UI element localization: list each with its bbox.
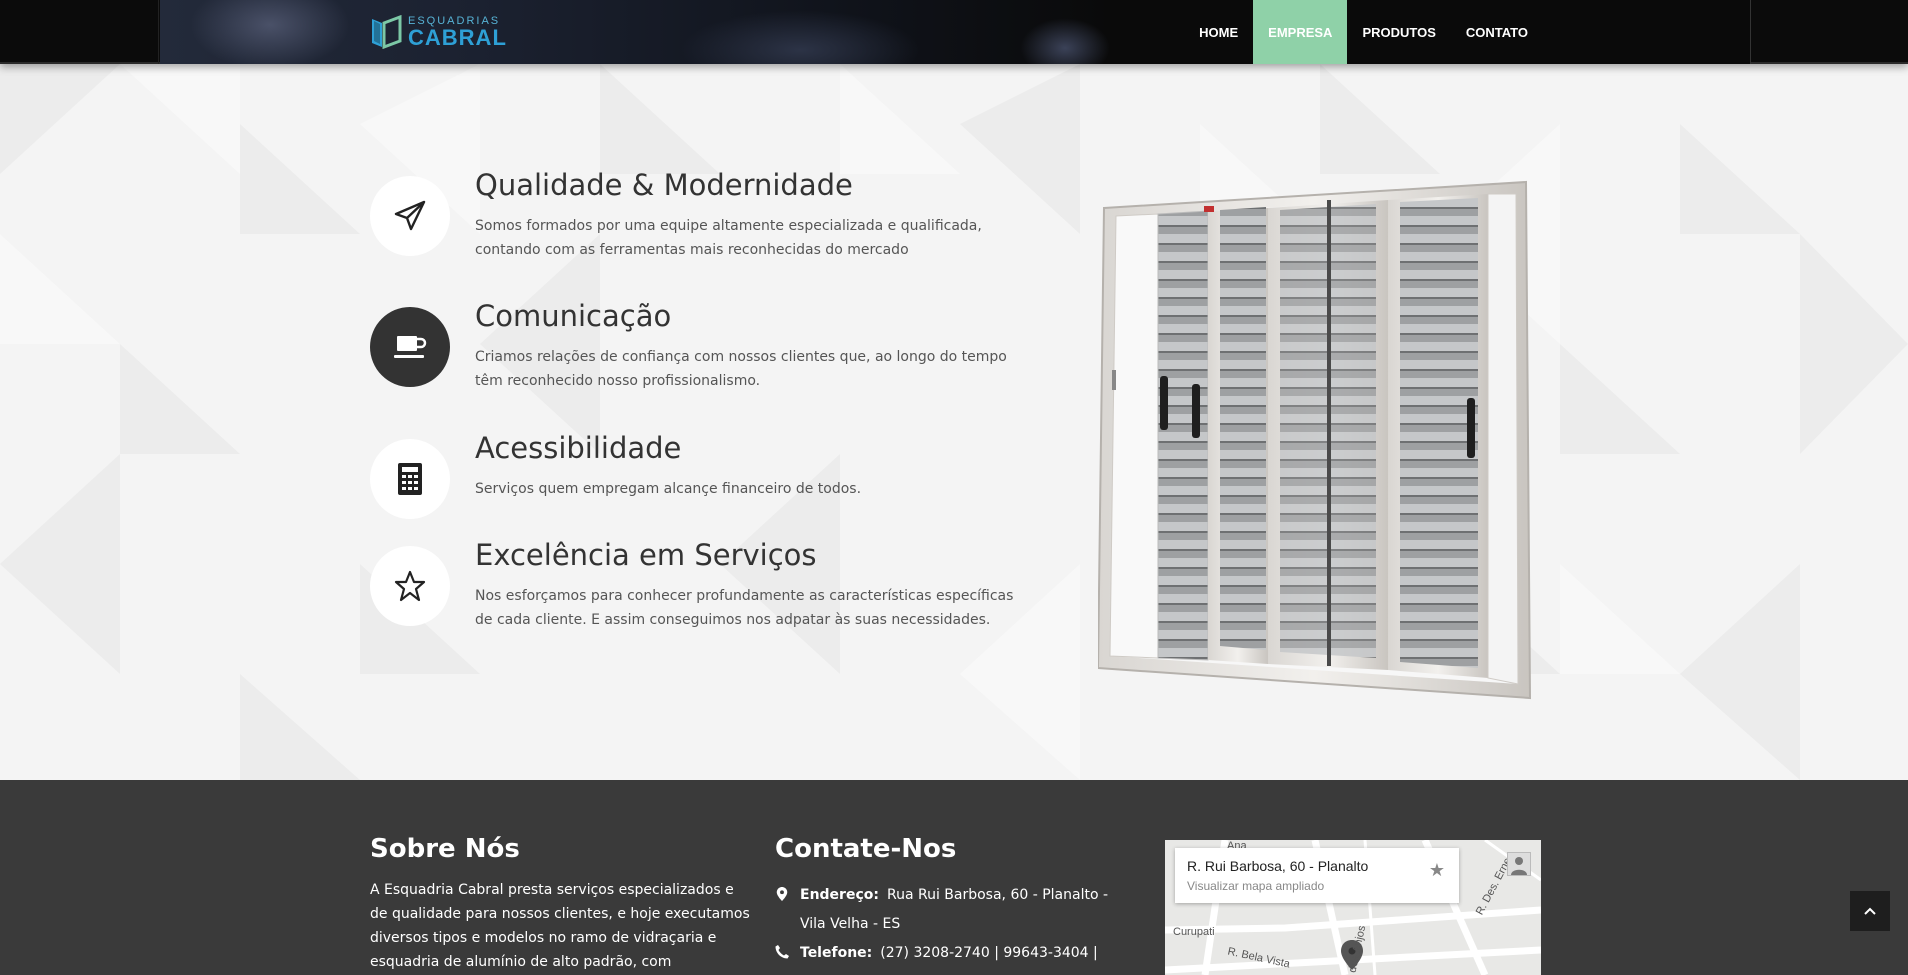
nav-contato[interactable]: CONTATO xyxy=(1451,0,1543,64)
logo-big-text: CABRAL xyxy=(408,24,507,50)
feature-title: Excelência em Serviços xyxy=(475,538,817,572)
person-icon xyxy=(1511,857,1527,875)
feature-description: Somos formados por uma equipe altamente … xyxy=(475,218,982,258)
map-info-card: R. Rui Barbosa, 60 - Planalto Visualizar… xyxy=(1175,848,1459,903)
features-section: Qualidade & Modernidade Somos formados p… xyxy=(0,64,1908,780)
map-street-label: Curupati xyxy=(1173,926,1215,938)
triangle-pattern-background xyxy=(0,64,1908,780)
phone-icon xyxy=(775,945,789,959)
star-icon xyxy=(394,570,426,602)
map-avatar[interactable] xyxy=(1507,852,1531,876)
feature-description: Criamos relações de confiança com nossos… xyxy=(475,349,1007,389)
feature-description: Serviços quem empregam alcançe financeir… xyxy=(475,481,862,497)
phone-label: Telefone: xyxy=(800,945,873,961)
aluminum-window-image xyxy=(1098,180,1532,700)
map-marker-icon xyxy=(776,887,788,901)
feature-title: Acessibilidade xyxy=(475,431,682,465)
site-footer: Sobre Nós A Esquadria Cabral presta serv… xyxy=(0,780,1908,975)
feature-description: Nos esforçamos para conhecer profundamen… xyxy=(475,588,1014,628)
feature-icon-circle xyxy=(370,546,450,626)
about-title: Sobre Nós xyxy=(370,834,520,864)
paper-plane-icon xyxy=(394,200,426,231)
feature-icon-circle xyxy=(370,176,450,256)
coffee-cup-icon xyxy=(394,336,427,358)
feature-icon-circle xyxy=(370,439,450,519)
calculator-icon xyxy=(398,463,422,495)
feature-title: Qualidade & Modernidade xyxy=(475,168,853,202)
google-map[interactable]: Curupati R. Bela Vista R. Des. Ernes R. … xyxy=(1165,840,1541,975)
nav-empresa[interactable]: EMPRESA xyxy=(1253,0,1348,64)
map-enlarge-link[interactable]: Visualizar mapa ampliado xyxy=(1187,879,1324,893)
logo-mark-icon xyxy=(370,14,402,50)
main-nav: HOME EMPRESA PRODUTOS CONTATO xyxy=(1184,0,1543,64)
feature-title: Comunicação xyxy=(475,299,672,333)
nav-produtos[interactable]: PRODUTOS xyxy=(1347,0,1450,64)
feature-icon-circle xyxy=(370,307,450,387)
chevron-up-icon xyxy=(1864,907,1876,915)
contact-phone: Telefone:(27) 3208-2740 | 99643-3404 | 9… xyxy=(775,939,1135,975)
scroll-to-top-button[interactable] xyxy=(1850,891,1890,931)
about-text: A Esquadria Cabral presta serviços espec… xyxy=(370,882,750,970)
site-header: ESQUADRIAS CABRAL HOME EMPRESA PRODUTOS … xyxy=(0,0,1908,64)
contact-address: Endereço: Rua Rui Barbosa, 60 - Planalto … xyxy=(775,881,1135,939)
nav-home[interactable]: HOME xyxy=(1184,0,1253,64)
site-logo[interactable]: ESQUADRIAS CABRAL xyxy=(370,14,507,50)
contact-title: Contate-Nos xyxy=(775,834,957,864)
save-star-icon[interactable]: ★ xyxy=(1429,860,1445,881)
address-label: Endereço: xyxy=(800,887,879,903)
map-place-title: R. Rui Barbosa, 60 - Planalto xyxy=(1187,858,1369,874)
